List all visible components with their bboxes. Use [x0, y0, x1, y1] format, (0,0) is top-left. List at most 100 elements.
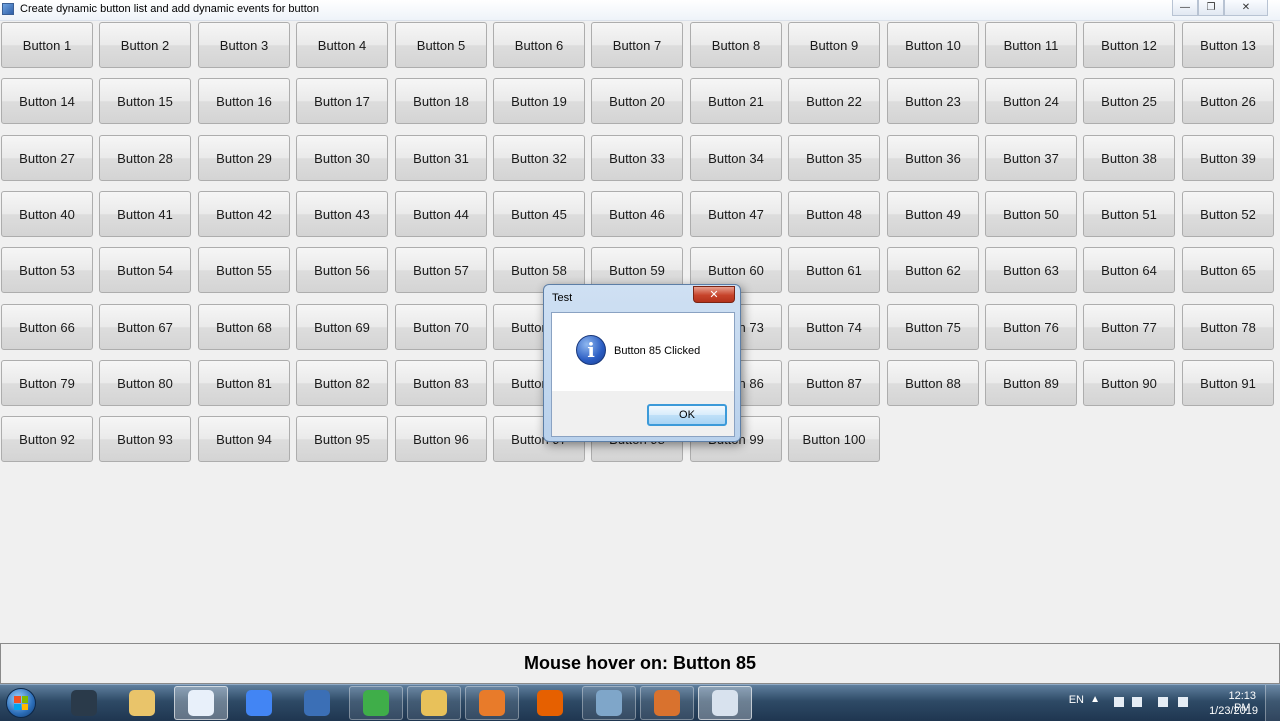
dynamic-button[interactable]: Button 5 — [395, 22, 487, 68]
clock-date[interactable]: 1/23/2019 — [1209, 705, 1258, 717]
action-center-icon[interactable] — [1114, 697, 1124, 707]
taskbar-item-chrome[interactable] — [232, 686, 286, 720]
dynamic-button[interactable]: Button 17 — [296, 78, 388, 124]
dynamic-button[interactable]: Button 70 — [395, 304, 487, 350]
dynamic-button[interactable]: Button 48 — [788, 191, 880, 237]
dynamic-button[interactable]: Button 74 — [788, 304, 880, 350]
dynamic-button[interactable]: Button 37 — [985, 135, 1077, 181]
show-hidden-icons-button[interactable]: ▲ — [1090, 694, 1100, 705]
dynamic-button[interactable]: Button 19 — [493, 78, 585, 124]
dynamic-button[interactable]: Button 4 — [296, 22, 388, 68]
usb-device-icon[interactable] — [1132, 697, 1142, 707]
dynamic-button[interactable]: Button 7 — [591, 22, 683, 68]
dynamic-button[interactable]: Button 88 — [887, 360, 979, 406]
dynamic-button[interactable]: Button 93 — [99, 416, 191, 462]
dynamic-button[interactable]: Button 6 — [493, 22, 585, 68]
dynamic-button[interactable]: Button 80 — [99, 360, 191, 406]
dynamic-button[interactable]: Button 90 — [1083, 360, 1175, 406]
show-desktop-button[interactable] — [1265, 685, 1280, 721]
dynamic-button[interactable]: Button 62 — [887, 247, 979, 293]
dynamic-button[interactable]: Button 21 — [690, 78, 782, 124]
dynamic-button[interactable]: Button 94 — [198, 416, 290, 462]
dynamic-button[interactable]: Button 91 — [1182, 360, 1274, 406]
dynamic-button[interactable]: Button 52 — [1182, 191, 1274, 237]
dynamic-button[interactable]: Button 95 — [296, 416, 388, 462]
dynamic-button[interactable]: Button 44 — [395, 191, 487, 237]
dynamic-button[interactable]: Button 11 — [985, 22, 1077, 68]
taskbar-item-winforms-app[interactable] — [698, 686, 752, 720]
dynamic-button[interactable]: Button 63 — [985, 247, 1077, 293]
dynamic-button[interactable]: Button 57 — [395, 247, 487, 293]
network-signal-icon[interactable] — [1158, 697, 1168, 707]
volume-icon[interactable] — [1178, 697, 1188, 707]
taskbar-item-paint[interactable] — [115, 686, 169, 720]
dynamic-button[interactable]: Button 8 — [690, 22, 782, 68]
message-box-close-button[interactable]: ✕ — [693, 286, 735, 303]
dynamic-button[interactable]: Button 83 — [395, 360, 487, 406]
dynamic-button[interactable]: Button 10 — [887, 22, 979, 68]
taskbar-item-camtasia[interactable] — [349, 686, 403, 720]
start-button[interactable] — [6, 688, 36, 718]
taskbar-item-file-explorer[interactable] — [407, 686, 461, 720]
dynamic-button[interactable]: Button 51 — [1083, 191, 1175, 237]
dynamic-button[interactable]: Button 1 — [1, 22, 93, 68]
dynamic-button[interactable]: Button 53 — [1, 247, 93, 293]
dynamic-button[interactable]: Button 33 — [591, 135, 683, 181]
dynamic-button[interactable]: Button 47 — [690, 191, 782, 237]
dynamic-button[interactable]: Button 26 — [1182, 78, 1274, 124]
dynamic-button[interactable]: Button 9 — [788, 22, 880, 68]
minimize-button[interactable]: — — [1172, 0, 1198, 16]
dynamic-button[interactable]: Button 34 — [690, 135, 782, 181]
dynamic-button[interactable]: Button 50 — [985, 191, 1077, 237]
dynamic-button[interactable]: Button 2 — [99, 22, 191, 68]
dynamic-button[interactable]: Button 49 — [887, 191, 979, 237]
dynamic-button[interactable]: Button 65 — [1182, 247, 1274, 293]
ok-button[interactable]: OK — [647, 404, 727, 426]
dynamic-button[interactable]: Button 81 — [198, 360, 290, 406]
dynamic-button[interactable]: Button 14 — [1, 78, 93, 124]
taskbar-item-visual-studio-installer[interactable] — [290, 686, 344, 720]
dynamic-button[interactable]: Button 36 — [887, 135, 979, 181]
dynamic-button[interactable]: Button 66 — [1, 304, 93, 350]
dynamic-button[interactable]: Button 31 — [395, 135, 487, 181]
dynamic-button[interactable]: Button 25 — [1083, 78, 1175, 124]
dynamic-button[interactable]: Button 96 — [395, 416, 487, 462]
taskbar-item-outlook[interactable] — [465, 686, 519, 720]
dynamic-button[interactable]: Button 45 — [493, 191, 585, 237]
dynamic-button[interactable]: Button 75 — [887, 304, 979, 350]
dynamic-button[interactable]: Button 56 — [296, 247, 388, 293]
language-indicator[interactable]: EN — [1069, 694, 1084, 706]
dynamic-button[interactable]: Button 27 — [1, 135, 93, 181]
dynamic-button[interactable]: Button 43 — [296, 191, 388, 237]
dynamic-button[interactable]: Button 69 — [296, 304, 388, 350]
dynamic-button[interactable]: Button 78 — [1182, 304, 1274, 350]
dynamic-button[interactable]: Button 46 — [591, 191, 683, 237]
dynamic-button[interactable]: Button 40 — [1, 191, 93, 237]
dynamic-button[interactable]: Button 64 — [1083, 247, 1175, 293]
dynamic-button[interactable]: Button 15 — [99, 78, 191, 124]
dynamic-button[interactable]: Button 18 — [395, 78, 487, 124]
dynamic-button[interactable]: Button 39 — [1182, 135, 1274, 181]
taskbar-item-feather-app[interactable] — [174, 686, 228, 720]
taskbar-item-nox-player[interactable] — [57, 686, 111, 720]
dynamic-button[interactable]: Button 89 — [985, 360, 1077, 406]
dynamic-button[interactable]: Button 77 — [1083, 304, 1175, 350]
dynamic-button[interactable]: Button 55 — [198, 247, 290, 293]
dynamic-button[interactable]: Button 20 — [591, 78, 683, 124]
taskbar-item-firefox[interactable] — [523, 686, 577, 720]
dynamic-button[interactable]: Button 61 — [788, 247, 880, 293]
close-button[interactable]: ✕ — [1224, 0, 1268, 16]
dynamic-button[interactable]: Button 22 — [788, 78, 880, 124]
dynamic-button[interactable]: Button 35 — [788, 135, 880, 181]
dynamic-button[interactable]: Button 3 — [198, 22, 290, 68]
title-bar[interactable]: Create dynamic button list and add dynam… — [0, 0, 1280, 21]
dynamic-button[interactable]: Button 54 — [99, 247, 191, 293]
dynamic-button[interactable]: Button 23 — [887, 78, 979, 124]
dynamic-button[interactable]: Button 87 — [788, 360, 880, 406]
dynamic-button[interactable]: Button 12 — [1083, 22, 1175, 68]
dynamic-button[interactable]: Button 41 — [99, 191, 191, 237]
dynamic-button[interactable]: Button 13 — [1182, 22, 1274, 68]
dynamic-button[interactable]: Button 38 — [1083, 135, 1175, 181]
dynamic-button[interactable]: Button 92 — [1, 416, 93, 462]
dynamic-button[interactable]: Button 30 — [296, 135, 388, 181]
